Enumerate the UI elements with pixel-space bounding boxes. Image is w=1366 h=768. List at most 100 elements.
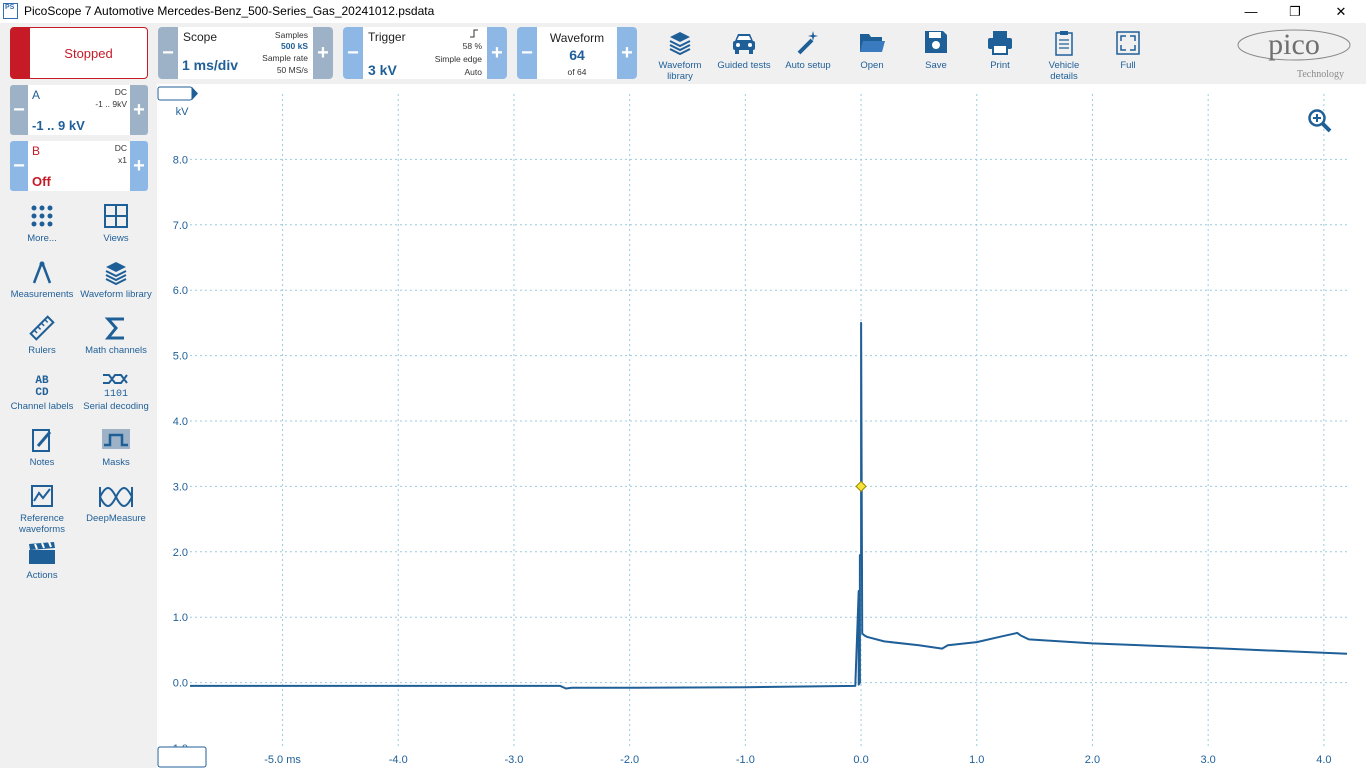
side-waveform-library-label: Waveform library bbox=[80, 289, 152, 300]
y-tick-label: 2.0 bbox=[173, 547, 188, 559]
full-label: Full bbox=[1120, 60, 1136, 71]
open-button[interactable]: Open bbox=[842, 27, 902, 79]
math-channels-label: Math channels bbox=[85, 345, 147, 356]
waveform-total: of 64 bbox=[567, 67, 587, 77]
waveform-current[interactable]: 64 bbox=[539, 47, 615, 63]
measurements-icon bbox=[32, 261, 52, 284]
timebase-increase-button[interactable]: + bbox=[313, 27, 333, 79]
channel-b-range[interactable]: Off bbox=[32, 174, 51, 189]
waveform-chart[interactable]: 9.08.07.06.05.04.03.02.01.00.0-1.0-5.0 m… bbox=[157, 84, 1366, 768]
actions-button[interactable]: Actions bbox=[5, 540, 79, 581]
serial-decoding-button[interactable]: 1101 Serial decoding bbox=[79, 371, 153, 412]
y-tick-label: 6.0 bbox=[173, 285, 188, 297]
channel-a-increase-button[interactable]: + bbox=[130, 85, 148, 135]
svg-text:AB: AB bbox=[35, 375, 49, 387]
channel-b-coupling[interactable]: DC bbox=[115, 143, 127, 153]
channel-b-decrease-button[interactable]: − bbox=[10, 141, 28, 191]
guided-tests-label: Guided tests bbox=[717, 60, 771, 71]
trigger-mode-value[interactable]: Auto bbox=[465, 67, 483, 77]
run-state-label: Stopped bbox=[64, 45, 113, 61]
waveform-previous-button[interactable]: − bbox=[517, 27, 537, 79]
y-tick-label: 1.0 bbox=[173, 612, 188, 624]
minimize-button[interactable]: — bbox=[1228, 0, 1274, 23]
trigger-increase-button[interactable]: + bbox=[487, 27, 507, 79]
axis-range-marker bbox=[157, 86, 193, 101]
maximize-button[interactable]: ❐ bbox=[1272, 0, 1318, 23]
scope-view[interactable]: 9.08.07.06.05.04.03.02.01.00.0-1.0-5.0 m… bbox=[157, 84, 1366, 768]
actions-label: Actions bbox=[26, 570, 58, 581]
rulers-label: Rulers bbox=[28, 345, 56, 356]
close-button[interactable]: ✕ bbox=[1318, 0, 1364, 23]
full-screen-button[interactable]: Full bbox=[1098, 27, 1158, 79]
y-tick-label: 0.0 bbox=[173, 678, 188, 690]
trigger-title: Trigger bbox=[368, 30, 406, 44]
pico-technology-logo: pico Technology bbox=[1236, 26, 1354, 82]
waveform-next-button[interactable]: + bbox=[617, 27, 637, 79]
guided-tests-button[interactable]: Guided tests bbox=[714, 27, 774, 79]
waveform-library-button[interactable]: Waveform library bbox=[650, 27, 710, 82]
magic-wand-icon bbox=[797, 31, 818, 55]
auto-setup-button[interactable]: Auto setup bbox=[778, 27, 838, 79]
channel-a-control: − A DC -1 .. 9kV -1 .. 9 kV + bbox=[10, 85, 148, 135]
scope-control: − Scope 1 ms/div Samples 500 kS Sample r… bbox=[158, 27, 333, 79]
zoom-icon[interactable] bbox=[1307, 108, 1333, 134]
samples-value[interactable]: 500 kS bbox=[281, 41, 308, 51]
measurements-button[interactable]: Measurements bbox=[5, 259, 79, 300]
waveform-library-icon bbox=[669, 32, 691, 56]
channel-a-coupling[interactable]: DC bbox=[115, 87, 127, 97]
waveform-title: Waveform bbox=[549, 31, 605, 45]
clipboard-icon bbox=[1055, 31, 1073, 56]
x-tick-label: -3.0 bbox=[504, 754, 523, 766]
save-button[interactable]: Save bbox=[906, 27, 966, 79]
trigger-level-value[interactable]: 3 kV bbox=[368, 62, 397, 78]
masks-button[interactable]: Masks bbox=[79, 427, 153, 468]
waveform-library-icon bbox=[105, 262, 127, 286]
notes-button[interactable]: Notes bbox=[5, 427, 79, 468]
math-channels-button[interactable]: Math channels bbox=[79, 315, 153, 356]
more-button[interactable]: More... bbox=[5, 203, 79, 244]
printer-icon bbox=[988, 31, 1012, 55]
views-button[interactable]: Views bbox=[79, 203, 153, 244]
sample-rate-label: Sample rate bbox=[262, 53, 308, 63]
channel-a-range[interactable]: -1 .. 9 kV bbox=[32, 118, 85, 133]
channel-b-increase-button[interactable]: + bbox=[130, 141, 148, 191]
trigger-position-value: 58 % bbox=[462, 41, 482, 51]
channel-labels-button[interactable]: AB CD Channel labels bbox=[5, 371, 79, 412]
x-tick-label: -1.0 bbox=[736, 754, 755, 766]
picoscope-app-icon: PS bbox=[3, 3, 18, 19]
svg-text:1101: 1101 bbox=[104, 389, 128, 399]
trigger-decrease-button[interactable]: − bbox=[343, 27, 363, 79]
timebase-decrease-button[interactable]: − bbox=[158, 27, 178, 79]
deepmeasure-button[interactable]: DeepMeasure bbox=[79, 483, 153, 524]
side-waveform-library-button[interactable]: Waveform library bbox=[79, 259, 153, 300]
run-stop-button[interactable]: Stopped bbox=[10, 27, 148, 79]
print-button[interactable]: Print bbox=[970, 27, 1030, 79]
more-label: More... bbox=[27, 233, 57, 244]
auto-setup-label: Auto setup bbox=[785, 60, 831, 71]
timebase-value[interactable]: 1 ms/div bbox=[182, 57, 238, 73]
channel-a-decrease-button[interactable]: − bbox=[10, 85, 28, 135]
measurements-label: Measurements bbox=[10, 289, 74, 300]
channel-b-probe: x1 bbox=[118, 155, 127, 165]
views-label: Views bbox=[103, 233, 129, 244]
rulers-button[interactable]: Rulers bbox=[5, 315, 79, 356]
y-tick-label: 3.0 bbox=[173, 481, 188, 493]
ruler-icon bbox=[29, 315, 55, 341]
notes-icon bbox=[32, 429, 52, 452]
channel-a-waveform-line bbox=[190, 321, 1348, 690]
save-label: Save bbox=[925, 60, 947, 71]
y-tick-label: 8.0 bbox=[173, 154, 188, 166]
y-tick-label: 7.0 bbox=[173, 220, 188, 232]
title-bar: PS PicoScope 7 Automotive Mercedes-Benz_… bbox=[0, 0, 1366, 23]
x-tick-label: -4.0 bbox=[389, 754, 408, 766]
vehicle-details-button[interactable]: Vehicle details bbox=[1034, 27, 1094, 82]
reference-waveforms-button[interactable]: Reference waveforms bbox=[5, 483, 79, 535]
y-tick-label: 4.0 bbox=[173, 416, 188, 428]
trigger-type-value[interactable]: Simple edge bbox=[435, 54, 482, 64]
scope-title: Scope bbox=[183, 30, 218, 44]
x-tick-label: -2.0 bbox=[620, 754, 639, 766]
window-title: PicoScope 7 Automotive Mercedes-Benz_500… bbox=[24, 4, 435, 18]
samples-label: Samples bbox=[274, 30, 308, 40]
masks-label: Masks bbox=[102, 457, 130, 468]
svg-text:pico: pico bbox=[1268, 28, 1320, 61]
